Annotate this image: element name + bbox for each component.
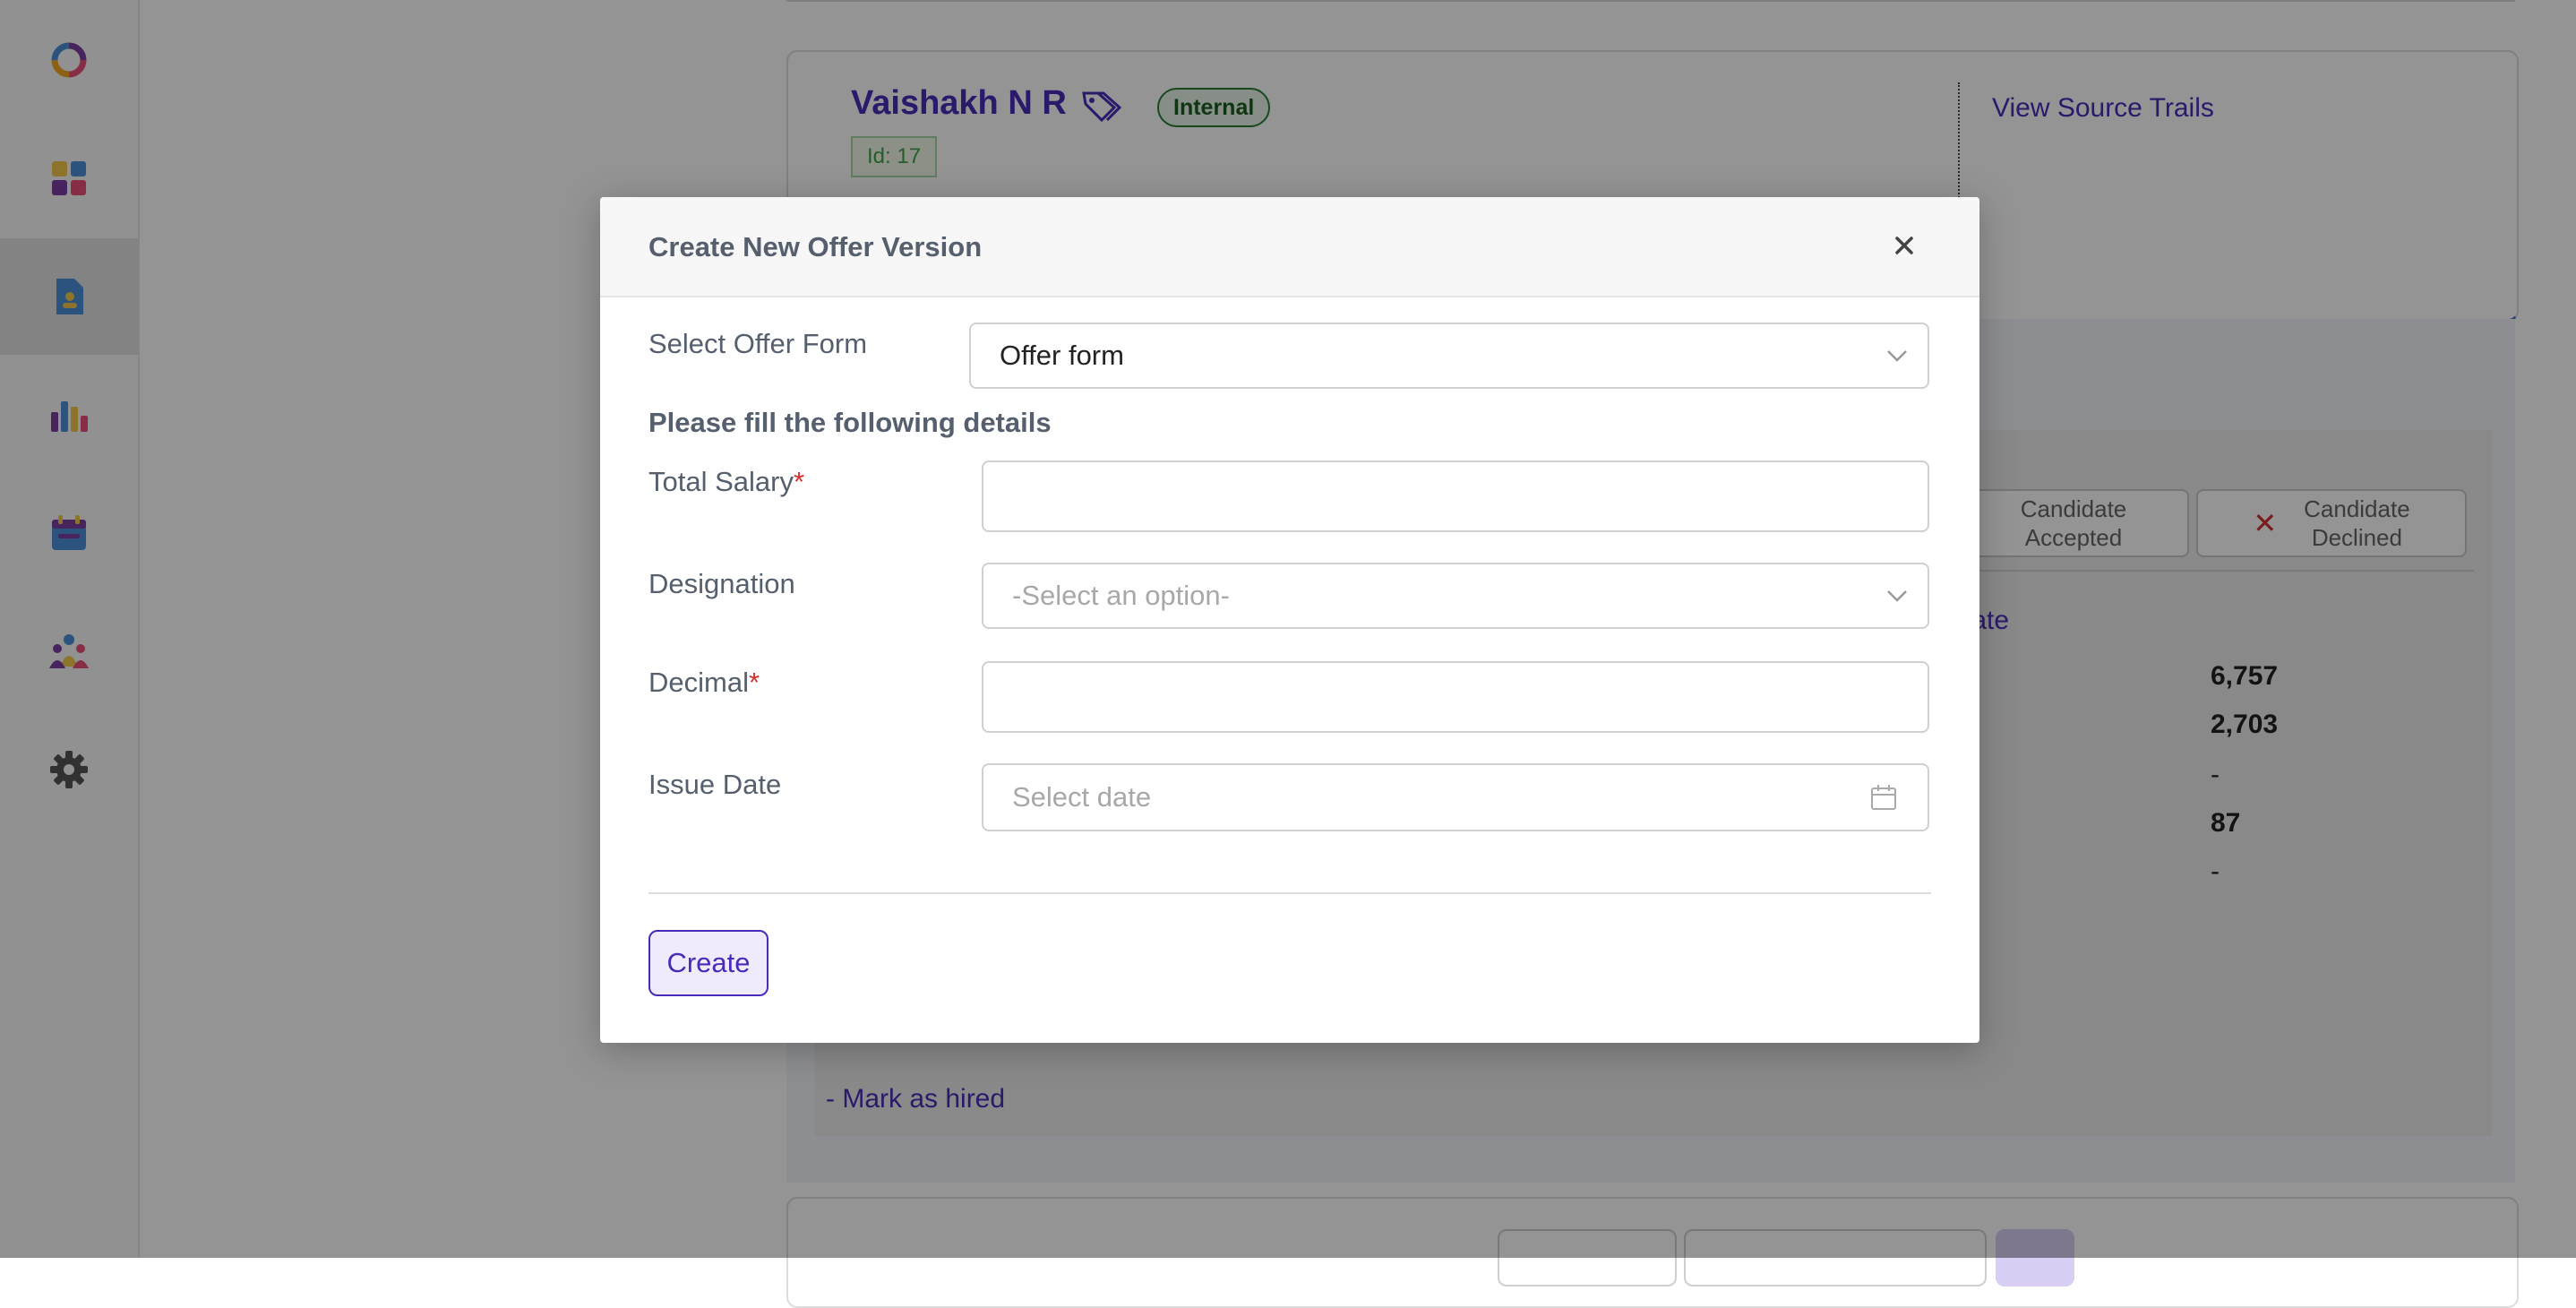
decimal-label-text: Decimal [648,667,749,698]
issue-date-label: Issue Date [648,769,782,800]
create-offer-version-modal: Create New Offer Version Select Offer Fo… [600,197,1979,1043]
select-offer-form-label: Select Offer Form [648,328,868,359]
required-marker: * [793,466,805,497]
offer-form-select-value: Offer form [1000,340,1124,371]
designation-label: Designation [648,568,795,599]
chevron-down-icon [1887,350,1907,362]
modal-divider [648,892,1931,894]
create-button[interactable]: Create [648,930,769,996]
calendar-icon [1871,785,1896,810]
close-button[interactable] [1881,222,1928,269]
modal-header: Create New Offer Version [600,197,1979,297]
offer-form-select[interactable]: Offer form [969,323,1929,389]
decimal-input[interactable] [982,661,1929,733]
modal-title: Create New Offer Version [648,231,983,262]
required-marker: * [748,667,760,698]
designation-select[interactable]: -Select an option- [982,563,1929,629]
designation-placeholder: -Select an option- [1012,580,1230,611]
issue-date-placeholder: Select date [1012,781,1152,813]
issue-date-picker[interactable]: Select date [982,763,1929,831]
total-salary-input[interactable] [982,460,1929,532]
form-section-heading: Please fill the following details [648,407,1052,438]
chevron-down-icon [1887,590,1907,602]
total-salary-label-text: Total Salary [648,466,794,497]
close-icon [1895,237,1913,254]
decimal-label: Decimal* [648,667,760,699]
total-salary-label: Total Salary* [648,466,804,498]
